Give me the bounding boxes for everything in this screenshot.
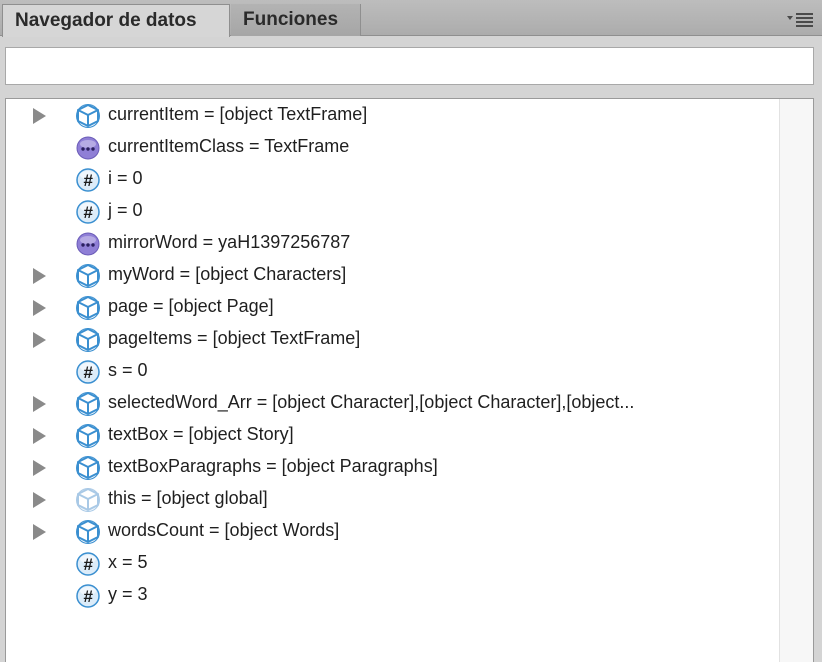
tree-row-label: s = 0: [108, 360, 148, 380]
tree-row[interactable]: currentItem = [object TextFrame]: [6, 99, 776, 131]
expand-arrow-icon[interactable]: [33, 332, 46, 348]
search-field[interactable]: [5, 47, 814, 85]
cube-faded-icon: [75, 486, 101, 512]
tree-row-label: wordsCount = [object Words]: [108, 520, 340, 540]
string-icon: [75, 230, 101, 256]
cube-icon: [75, 262, 101, 288]
cube-icon: [75, 454, 101, 480]
number-icon: #: [75, 550, 101, 576]
tree-row-label: myWord = [object Characters]: [108, 264, 347, 284]
cube-icon: [75, 518, 101, 544]
tab-bar: Navegador de datos Funciones: [0, 0, 822, 37]
tree-row-label: y = 3: [108, 584, 148, 604]
string-icon: [75, 134, 101, 160]
expand-arrow-icon[interactable]: [33, 108, 46, 124]
cube-icon: [75, 390, 101, 416]
variable-tree[interactable]: currentItem = [object TextFrame] currentI…: [5, 98, 814, 662]
expand-arrow-icon[interactable]: [33, 396, 46, 412]
expand-arrow-icon[interactable]: [33, 524, 46, 540]
expand-arrow-icon[interactable]: [33, 492, 46, 508]
tree-row[interactable]: # y = 3: [6, 579, 776, 611]
cube-icon: [75, 102, 101, 128]
cube-icon: [75, 422, 101, 448]
tree-row-label: x = 5: [108, 552, 148, 572]
tree-row[interactable]: currentItemClass = TextFrame: [6, 131, 776, 163]
tree-row[interactable]: textBox = [object Story]: [6, 419, 776, 451]
svg-text:#: #: [83, 555, 93, 574]
tree-row[interactable]: myWord = [object Characters]: [6, 259, 776, 291]
tree-row[interactable]: # s = 0: [6, 355, 776, 387]
number-icon: #: [75, 582, 101, 608]
cube-icon: [75, 294, 101, 320]
number-icon: #: [75, 166, 101, 192]
panel-menu-button[interactable]: [786, 10, 814, 28]
svg-text:#: #: [83, 171, 93, 190]
panel-menu-icon: [787, 13, 813, 27]
tree-row[interactable]: selectedWord_Arr = [object Character],[o…: [6, 387, 776, 419]
tree-row-label: currentItemClass = TextFrame: [108, 136, 350, 156]
tree-row[interactable]: this = [object global]: [6, 483, 776, 515]
tree-row[interactable]: # i = 0: [6, 163, 776, 195]
tree-row-label: textBoxParagraphs = [object Paragraphs]: [108, 456, 438, 476]
tree-row-label: j = 0: [108, 200, 143, 220]
tree-row[interactable]: pageItems = [object TextFrame]: [6, 323, 776, 355]
tree-row[interactable]: # j = 0: [6, 195, 776, 227]
expand-arrow-icon[interactable]: [33, 300, 46, 316]
tab-data-browser[interactable]: Navegador de datos: [2, 4, 230, 37]
search-input[interactable]: [6, 48, 813, 84]
tree-row-label: mirrorWord = yaH1397256787: [108, 232, 351, 252]
svg-text:#: #: [83, 363, 93, 382]
tab-functions[interactable]: Funciones: [231, 4, 361, 36]
tree-row[interactable]: mirrorWord = yaH1397256787: [6, 227, 776, 259]
svg-text:#: #: [83, 587, 93, 606]
svg-text:#: #: [83, 203, 93, 222]
tree-row[interactable]: # x = 5: [6, 547, 776, 579]
tree-row[interactable]: wordsCount = [object Words]: [6, 515, 776, 547]
tree-row[interactable]: page = [object Page]: [6, 291, 776, 323]
number-icon: #: [75, 198, 101, 224]
tree-row-label: i = 0: [108, 168, 143, 188]
number-icon: #: [75, 358, 101, 384]
tree-row-label: textBox = [object Story]: [108, 424, 294, 444]
expand-arrow-icon[interactable]: [33, 460, 46, 476]
tree-row[interactable]: textBoxParagraphs = [object Paragraphs]: [6, 451, 776, 483]
tree-row-label: selectedWord_Arr = [object Character],[o…: [108, 392, 635, 412]
tree-row-label: currentItem = [object TextFrame]: [108, 104, 368, 124]
tree-row-label: this = [object global]: [108, 488, 268, 508]
scrollbar-track[interactable]: [779, 99, 813, 662]
expand-arrow-icon[interactable]: [33, 268, 46, 284]
cube-icon: [75, 326, 101, 352]
tree-row-label: page = [object Page]: [108, 296, 274, 316]
tree-row-label: pageItems = [object TextFrame]: [108, 328, 361, 348]
expand-arrow-icon[interactable]: [33, 428, 46, 444]
data-browser-panel: Navegador de datos Funciones currentItem…: [0, 0, 822, 662]
